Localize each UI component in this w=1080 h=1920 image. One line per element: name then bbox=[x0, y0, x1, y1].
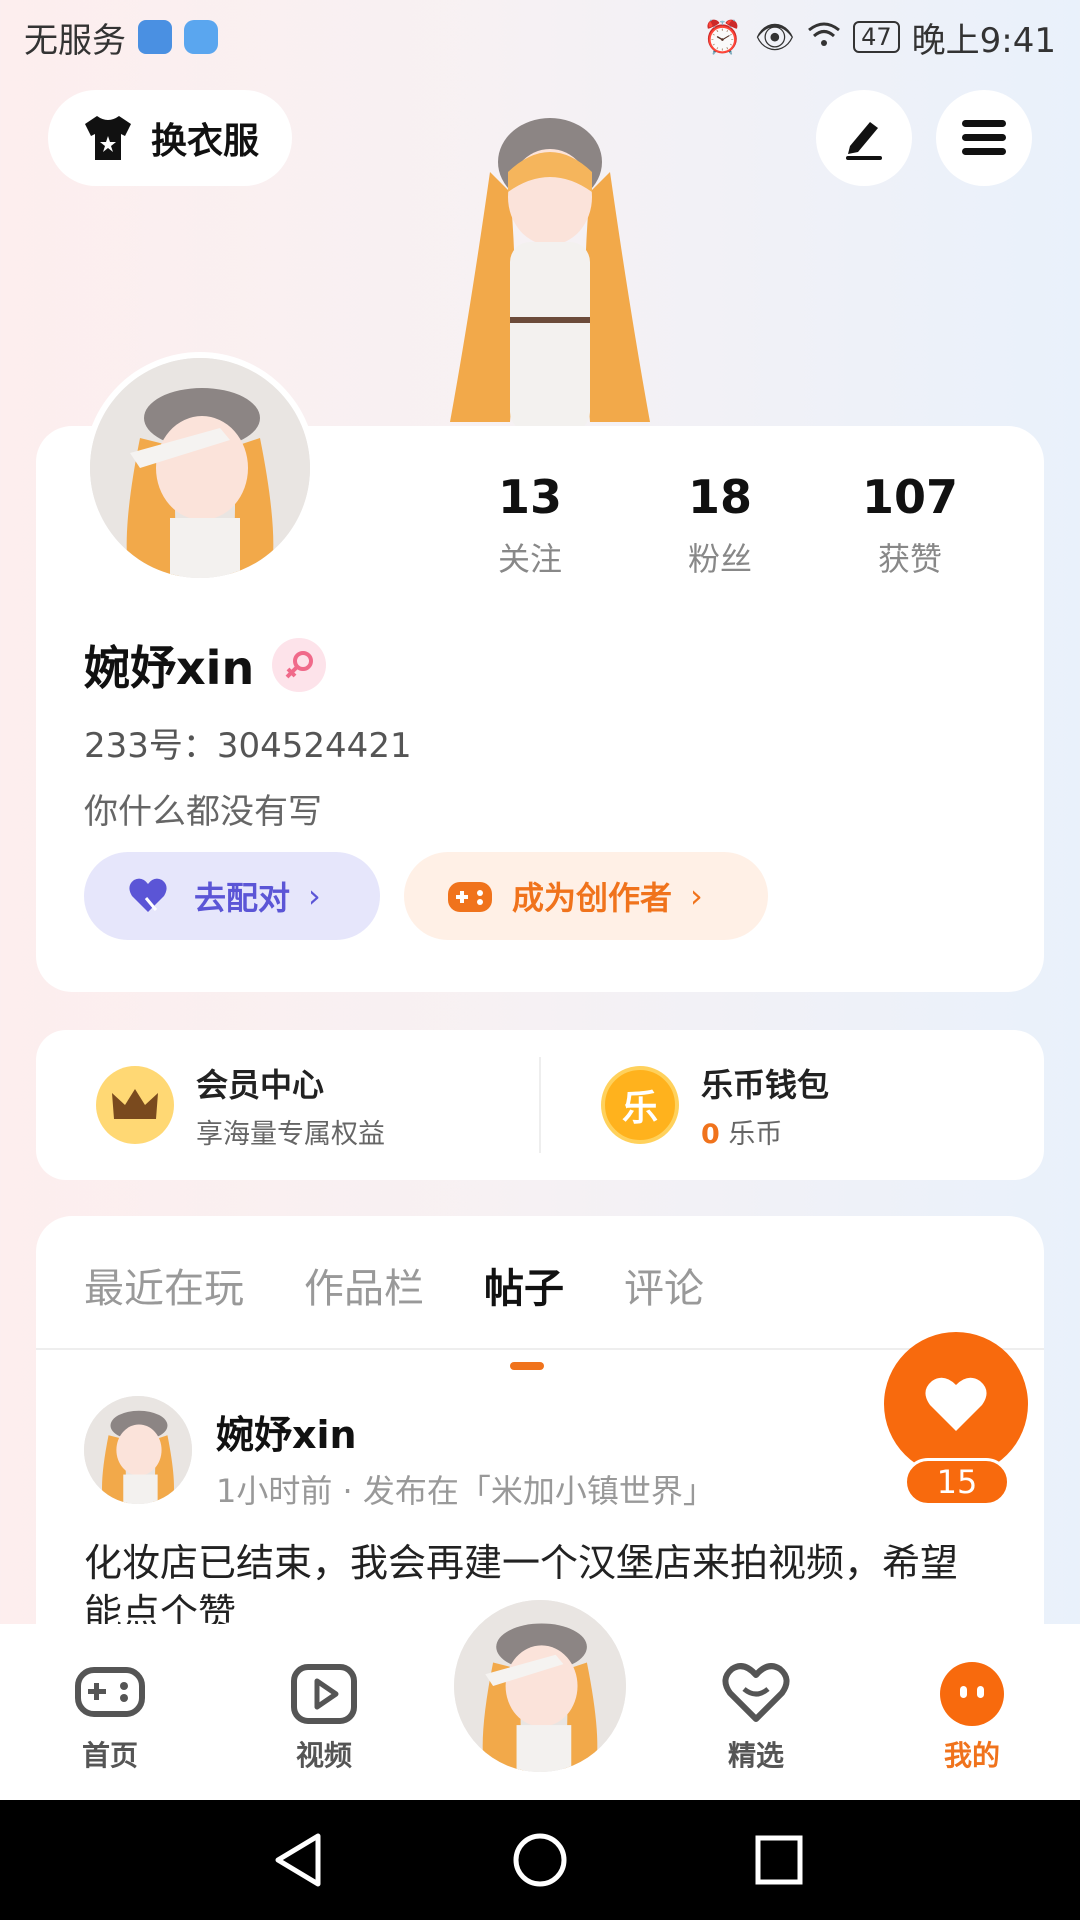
stat-number: 18 bbox=[687, 470, 752, 524]
gamepad-icon bbox=[75, 1667, 145, 1717]
coin-title: 乐币钱包 bbox=[701, 1065, 830, 1104]
system-nav-bar bbox=[0, 1800, 1080, 1920]
creator-label: 成为创作者 bbox=[512, 879, 673, 917]
coin-icon: 乐 bbox=[601, 1066, 679, 1144]
wifi-icon bbox=[807, 18, 841, 56]
vip-center[interactable]: 会员中心 享海量专属权益 bbox=[36, 1060, 539, 1151]
avatar-image bbox=[454, 1600, 626, 1772]
nav-mine-label: 我的 bbox=[943, 1739, 1000, 1772]
tab-posts[interactable]: 帖子 bbox=[484, 1256, 564, 1370]
cloud-app-icon bbox=[184, 20, 218, 54]
home-circle-icon[interactable] bbox=[513, 1833, 567, 1887]
nav-mine[interactable]: 我的 bbox=[902, 1654, 1042, 1774]
profile-stats: 13 关注 18 粉丝 107 获赞 bbox=[440, 470, 1000, 580]
vip-title: 会员中心 bbox=[196, 1065, 325, 1104]
content-tabs: 最近在玩 作品栏 帖子 评论 bbox=[84, 1256, 704, 1370]
nav-featured-label: 精选 bbox=[727, 1739, 784, 1772]
status-bar: 无服务 ⏰ 👁 47 晚上9:41 bbox=[0, 0, 1080, 74]
nav-featured[interactable]: 精选 bbox=[686, 1654, 826, 1774]
carrier-text: 无服务 bbox=[24, 20, 126, 61]
alarm-icon: ⏰ bbox=[702, 18, 743, 56]
nav-video-label: 视频 bbox=[295, 1739, 352, 1772]
coin-unit: 乐币 bbox=[728, 1118, 783, 1150]
stat-label: 粉丝 bbox=[687, 540, 752, 578]
stat-number: 13 bbox=[497, 470, 562, 524]
become-creator-button[interactable]: 成为创作者 › bbox=[404, 852, 768, 940]
battery-indicator: 47 bbox=[853, 21, 900, 53]
nav-video[interactable]: 视频 bbox=[254, 1654, 394, 1774]
change-outfit-label: 换衣服 bbox=[150, 121, 259, 162]
tab-works[interactable]: 作品栏 bbox=[304, 1256, 424, 1314]
shield-app-icon bbox=[138, 20, 172, 54]
chevron-right-icon: › bbox=[308, 877, 321, 915]
post-author-name[interactable]: 婉妤xin bbox=[216, 1404, 357, 1459]
coin-wallet[interactable]: 乐 乐币钱包 0 乐币 bbox=[541, 1060, 1044, 1151]
nav-home[interactable]: 首页 bbox=[40, 1654, 180, 1774]
post-author-avatar[interactable] bbox=[84, 1396, 192, 1504]
hamburger-icon bbox=[962, 120, 1006, 155]
heart-icon bbox=[925, 1377, 987, 1431]
nav-home-label: 首页 bbox=[81, 1739, 138, 1772]
tab-comments[interactable]: 评论 bbox=[624, 1256, 704, 1314]
recents-square-icon[interactable] bbox=[755, 1835, 803, 1885]
post-meta: 1小时前 · 发布在「米加小镇世界」 bbox=[216, 1472, 715, 1510]
tshirt-icon bbox=[84, 116, 131, 160]
stat-label: 获赞 bbox=[877, 540, 942, 578]
user-name: 婉妤xin bbox=[84, 641, 255, 695]
stat-label: 关注 bbox=[497, 540, 562, 578]
play-icon bbox=[291, 1664, 357, 1724]
match-label: 去配对 bbox=[194, 879, 291, 917]
avatar-figure[interactable] bbox=[410, 92, 680, 432]
wallet-card: 会员中心 享海量专属权益 乐 乐币钱包 0 乐币 bbox=[36, 1030, 1044, 1180]
match-button[interactable]: 去配对 › bbox=[84, 852, 380, 940]
name-row: 婉妤xin bbox=[84, 632, 327, 698]
female-gender-icon bbox=[272, 638, 327, 692]
time-text: 晚上9:41 bbox=[911, 20, 1056, 61]
profile-avatar[interactable] bbox=[84, 352, 316, 584]
hearts-icon bbox=[129, 878, 167, 912]
back-icon[interactable] bbox=[275, 1833, 321, 1887]
user-id: 233号：304524421 bbox=[84, 726, 412, 766]
stat-following[interactable]: 13 关注 bbox=[440, 470, 620, 580]
vip-subtitle: 享海量专属权益 bbox=[196, 1118, 385, 1150]
stat-likes[interactable]: 107 获赞 bbox=[820, 470, 1000, 580]
edit-pen-icon bbox=[846, 122, 882, 160]
tabs-divider bbox=[36, 1348, 1044, 1350]
tab-recent-played[interactable]: 最近在玩 bbox=[84, 1256, 244, 1314]
heart-outline-icon bbox=[722, 1663, 790, 1722]
like-count: 15 bbox=[904, 1458, 1010, 1506]
stat-number: 107 bbox=[861, 470, 959, 524]
profile-face-icon bbox=[940, 1662, 1004, 1726]
gamepad-icon bbox=[448, 882, 492, 912]
menu-button[interactable] bbox=[936, 90, 1032, 186]
avatar-image bbox=[90, 358, 310, 578]
chevron-right-icon: › bbox=[690, 877, 703, 915]
edit-button[interactable] bbox=[816, 90, 912, 186]
like-button[interactable] bbox=[884, 1332, 1028, 1476]
user-bio: 你什么都没有写 bbox=[84, 792, 322, 832]
coin-balance: 0 乐币 bbox=[701, 1112, 829, 1151]
change-outfit-button[interactable]: 换衣服 bbox=[48, 90, 292, 186]
crown-icon bbox=[96, 1066, 174, 1144]
eye-icon: 👁 bbox=[754, 18, 796, 56]
center-avatar-button[interactable] bbox=[454, 1600, 626, 1772]
coin-amount: 0 bbox=[701, 1118, 720, 1150]
stat-fans[interactable]: 18 粉丝 bbox=[630, 470, 810, 580]
